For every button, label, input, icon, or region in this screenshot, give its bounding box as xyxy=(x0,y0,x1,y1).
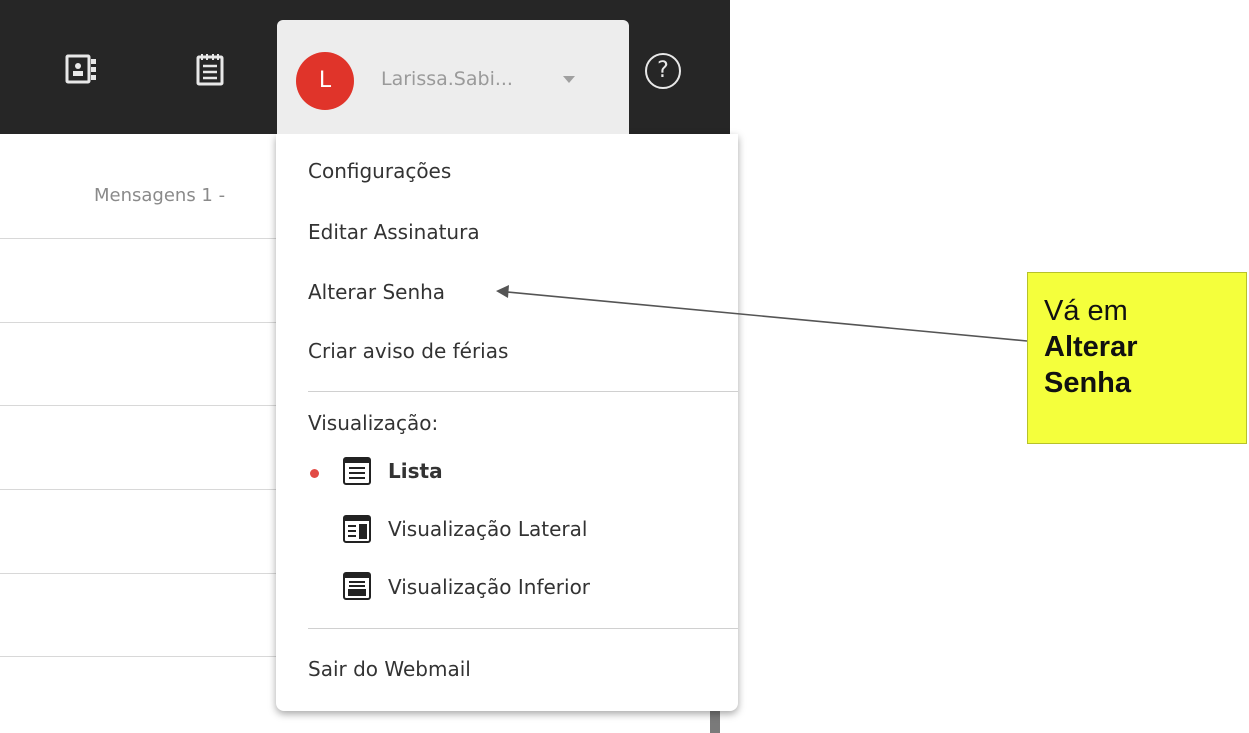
callout-line3: Senha xyxy=(1044,367,1132,399)
annotation-callout: Vá em Alterar Senha xyxy=(1027,272,1247,444)
callout-line2: Alterar xyxy=(1044,331,1138,363)
callout-line1: Vá em xyxy=(1044,295,1128,327)
